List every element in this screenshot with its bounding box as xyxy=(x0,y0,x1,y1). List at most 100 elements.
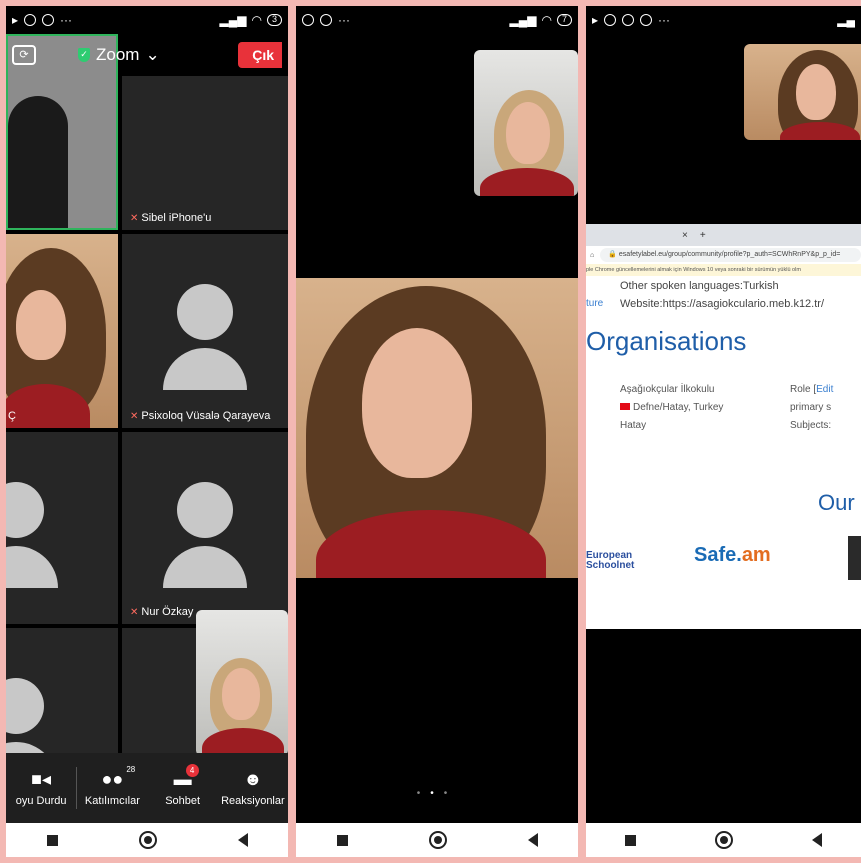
tab-label-ture[interactable]: ture xyxy=(586,298,603,309)
website-link[interactable]: Website:https://asagiokculario.meb.k12.t… xyxy=(620,298,824,310)
reactions-button[interactable]: ☻ Reaksiyonlar xyxy=(218,753,288,823)
url-field[interactable]: 🔒 esafetylabel.eu/group/community/profil… xyxy=(600,248,861,262)
video-tile[interactable]: Ç xyxy=(6,234,118,428)
video-tile[interactable]: ✕ Sibel iPhone'u xyxy=(122,76,288,230)
facebook-icon xyxy=(24,14,37,26)
chat-badge: 4 xyxy=(185,764,199,777)
lock-icon: 🔒 xyxy=(608,251,617,258)
school-region: Hatay xyxy=(620,420,647,431)
self-view-thumbnail[interactable] xyxy=(474,50,578,196)
chat-icon: ▬ 4 xyxy=(174,764,199,789)
back-button[interactable] xyxy=(811,833,822,847)
avatar xyxy=(163,482,247,588)
video-tile[interactable] xyxy=(6,628,118,758)
school-location: Defne/Hatay, Turkey xyxy=(620,402,723,413)
facebook-icon xyxy=(622,14,635,26)
signal-icon: ▂▄▆ xyxy=(509,13,537,27)
camera-switch-icon[interactable]: ⟳ xyxy=(12,45,36,65)
self-view-thumbnail[interactable] xyxy=(196,610,288,756)
european-schoolnet-logo: European Schoolnet xyxy=(586,550,635,571)
android-nav-bar xyxy=(586,823,861,857)
wifi-icon: ◠ xyxy=(541,13,552,27)
back-button[interactable] xyxy=(237,833,248,847)
stop-video-button[interactable]: ■◂ oyu Durdu xyxy=(6,753,76,823)
mic-off-icon: ✕ xyxy=(130,212,139,224)
subjects-label: Subjects: xyxy=(790,420,832,431)
close-tab-button[interactable]: × xyxy=(682,230,688,241)
meeting-toolbar: ■◂ oyu Durdu ●● 28 Katılımcılar ▬ 4 Sohbet… xyxy=(6,753,288,823)
role-label: Role [Edit xyxy=(790,384,834,395)
speaker-thumbnail[interactable] xyxy=(744,44,861,140)
page-dot-active[interactable]: • xyxy=(430,788,444,799)
back-button[interactable] xyxy=(527,833,538,847)
video-icon: ■◂ xyxy=(31,769,52,789)
avatar xyxy=(163,284,247,390)
status-bar: ▸ ··· ▂▄▆ ◠ 3 xyxy=(6,6,288,34)
browser-tab-bar: × + xyxy=(586,224,861,246)
active-speaker-video[interactable] xyxy=(296,278,578,578)
phone-screen-share: ▸ ··· ▂▄ × + ⌂ 🔒 esafetylabel.eu/group/c… xyxy=(586,6,861,857)
phone-speaker-view: ··· ▂▄▆ ◠ 7 ••• xyxy=(296,6,578,857)
flag-tr-icon xyxy=(620,403,630,410)
other-languages: Other spoken languages:Turkish xyxy=(620,280,779,292)
home-button[interactable] xyxy=(138,831,157,849)
recents-button[interactable] xyxy=(46,834,58,846)
signal-icon: ▂▄ xyxy=(837,13,855,27)
facebook-icon xyxy=(320,14,332,26)
status-bar: ▸ ··· ▂▄ xyxy=(586,6,861,34)
home-icon[interactable]: ⌂ xyxy=(590,252,594,259)
participant-name-label: Ç xyxy=(8,410,16,422)
battery-icon: 7 xyxy=(556,14,572,26)
participants-icon: ●● 28 xyxy=(101,765,136,789)
android-nav-bar xyxy=(296,823,578,857)
wifi-icon: ◠ xyxy=(251,13,262,27)
video-tile[interactable]: ✕ Psixoloq Vüsalə Qarayeva xyxy=(122,234,288,428)
chat-button[interactable]: ▬ 4 Sohbet xyxy=(148,753,218,823)
play-icon: ▸ xyxy=(592,13,599,27)
participants-button[interactable]: ●● 28 Katılımcılar xyxy=(77,753,147,823)
new-tab-button[interactable]: + xyxy=(700,230,706,241)
facebook-icon xyxy=(42,14,55,26)
more-icon: ··· xyxy=(338,13,350,27)
page-indicator: ••• xyxy=(296,788,578,799)
page-dot[interactable]: • xyxy=(417,788,431,799)
edit-link[interactable]: Edit xyxy=(816,384,833,395)
mic-off-icon: ✕ xyxy=(130,410,139,422)
participant-name-label: ✕ Nur Özkay xyxy=(130,606,194,618)
chevron-down-icon: ⌄ xyxy=(145,45,160,64)
participant-name-label: ✕ Psixoloq Vüsalə Qarayeva xyxy=(130,410,271,422)
organisations-heading: Organisations xyxy=(586,326,747,356)
recents-button[interactable] xyxy=(625,834,637,846)
primary-label: primary s xyxy=(790,402,832,413)
reactions-icon: ☻ xyxy=(243,769,263,789)
home-button[interactable] xyxy=(714,831,733,849)
page-content: Other spoken languages:Turkish ture Webs… xyxy=(586,276,861,629)
facebook-icon xyxy=(604,14,617,26)
signal-icon: ▂▄▆ xyxy=(219,13,247,27)
update-warning-banner: ple Chrome güncellemelerini almak için W… xyxy=(586,264,861,276)
android-nav-bar xyxy=(6,823,288,857)
battery-icon: 3 xyxy=(266,14,282,26)
avatar xyxy=(6,482,58,588)
safe-am-logo: Safe.am xyxy=(694,544,771,566)
recents-button[interactable] xyxy=(336,834,348,846)
status-bar: ··· ▂▄▆ ◠ 7 xyxy=(296,6,578,34)
phone-zoom-gallery: ▸ ··· ▂▄▆ ◠ 3 ✕ Sibel iPhone'u ⟳ ✓ Zoom … xyxy=(6,6,288,857)
video-tile[interactable]: ✕ Nur Özkay xyxy=(122,432,288,624)
facebook-icon xyxy=(302,14,314,26)
more-icon: ··· xyxy=(60,13,73,27)
leave-button[interactable]: Çık xyxy=(238,42,282,68)
participant-video xyxy=(8,96,68,228)
partners-heading: Our xyxy=(818,490,855,515)
avatar xyxy=(6,678,58,758)
partner-logo xyxy=(848,536,861,580)
more-icon: ··· xyxy=(658,13,671,27)
shared-browser-window: × + ⌂ 🔒 esafetylabel.eu/group/community/… xyxy=(586,224,861,629)
shield-check-icon: ✓ xyxy=(78,48,90,62)
page-dot[interactable]: • xyxy=(444,788,458,799)
participants-count: 28 xyxy=(126,765,136,774)
meeting-title[interactable]: ✓ Zoom ⌄ xyxy=(78,45,160,65)
video-tile[interactable] xyxy=(6,432,118,624)
home-button[interactable] xyxy=(428,831,447,849)
zoom-top-bar: ⟳ ✓ Zoom ⌄ Çık xyxy=(6,34,288,76)
